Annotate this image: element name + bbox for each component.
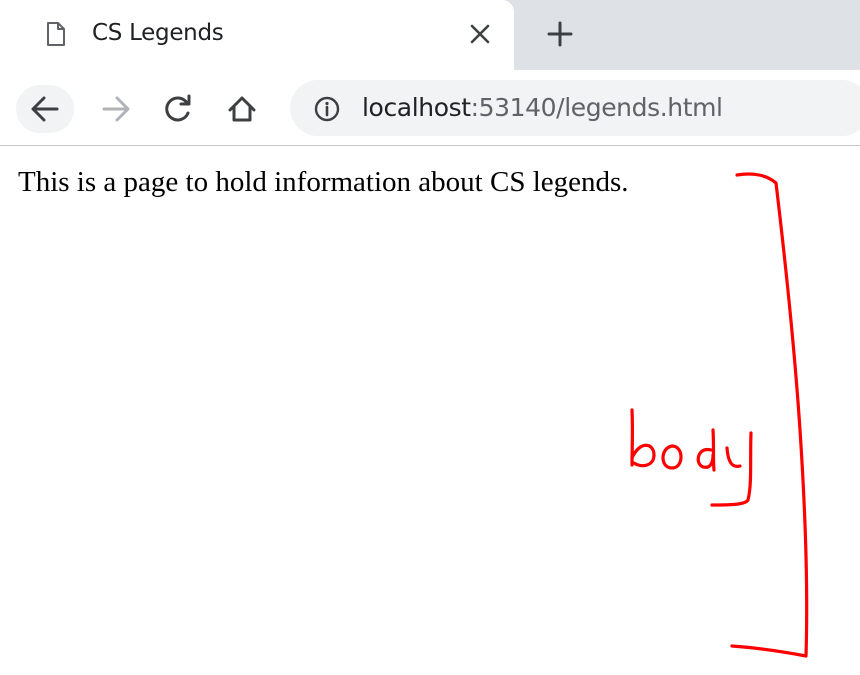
url-text: localhost:53140/legends.html [362, 93, 723, 122]
bracket-mark [730, 172, 809, 658]
close-icon[interactable] [468, 22, 492, 46]
plus-icon[interactable] [546, 20, 574, 48]
tab-cs-legends[interactable]: CS Legends [0, 0, 514, 70]
info-icon[interactable] [314, 96, 340, 122]
back-button[interactable] [16, 85, 74, 133]
address-bar[interactable]: localhost:53140/legends.html [290, 80, 860, 136]
reload-icon [165, 94, 191, 122]
reload-button[interactable] [150, 85, 206, 133]
body-annotation [630, 172, 809, 658]
body-text: This is a page to hold information about… [18, 166, 629, 198]
tab-title: CS Legends [92, 20, 224, 46]
home-icon [228, 96, 256, 122]
letter-y [710, 431, 753, 507]
home-button[interactable] [214, 85, 270, 133]
letter-o [661, 444, 683, 470]
tab-strip: CS Legends [0, 0, 860, 70]
page-content: This is a page to hold information about… [0, 146, 860, 675]
letter-b [630, 408, 656, 468]
url-path: :53140/legends.html [470, 93, 723, 122]
letter-d [696, 428, 716, 472]
page-icon [47, 22, 65, 46]
browser-toolbar: localhost:53140/legends.html [0, 70, 860, 145]
forward-button[interactable] [88, 85, 144, 133]
arrow-right-icon [102, 96, 130, 122]
url-host: localhost [362, 93, 471, 122]
arrow-left-icon [31, 96, 59, 122]
